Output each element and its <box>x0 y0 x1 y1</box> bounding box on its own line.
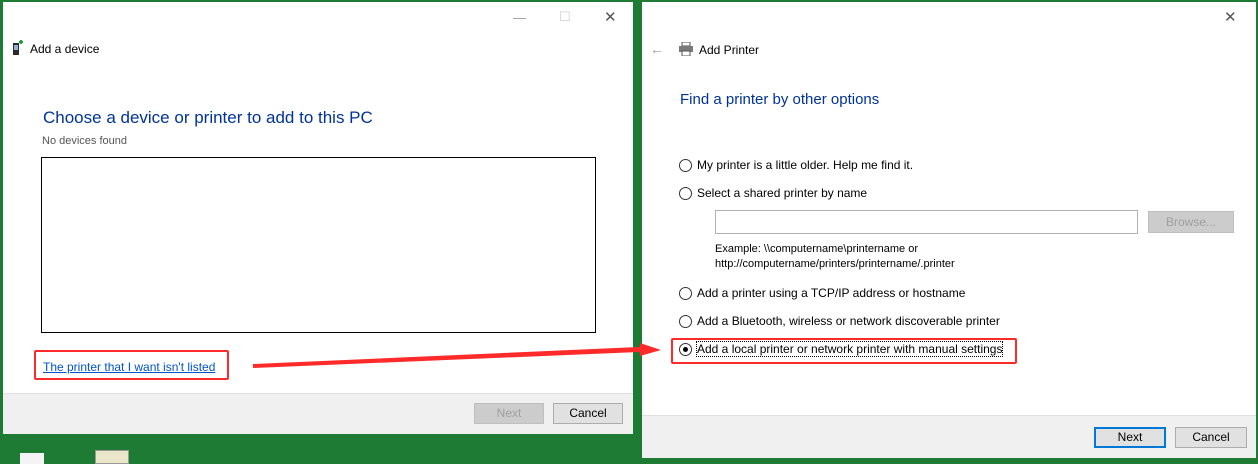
add-device-icon <box>12 40 24 59</box>
annotation-highlight-link <box>34 350 229 380</box>
example-text-line2: http://computername/printers/printername… <box>715 258 955 270</box>
annotation-highlight-option <box>671 338 1017 364</box>
cancel-button[interactable]: Cancel <box>553 403 623 424</box>
radio-button[interactable] <box>679 158 692 172</box>
browse-button[interactable]: Browse... <box>1148 211 1234 233</box>
next-button[interactable]: Next <box>474 403 544 424</box>
dialog-footer: Next Cancel <box>642 415 1256 458</box>
option-label: Add a Bluetooth, wireless or network dis… <box>697 314 1000 328</box>
close-icon[interactable]: ✕ <box>604 8 617 26</box>
add-printer-window: ✕ ← Add Printer Find a printer by other … <box>642 2 1256 458</box>
page-heading: Choose a device or printer to add to thi… <box>43 108 373 127</box>
device-list[interactable] <box>41 157 596 333</box>
desktop-file-icon[interactable] <box>20 453 44 464</box>
page-heading: Find a printer by other options <box>680 91 880 108</box>
maximize-icon[interactable]: ☐ <box>559 9 571 25</box>
radio-button[interactable] <box>679 314 692 328</box>
next-button[interactable]: Next <box>1094 427 1166 448</box>
example-text-line1: Example: \\computername\printername or <box>715 243 918 255</box>
shared-printer-input[interactable] <box>715 210 1138 234</box>
window-title: Add a device <box>30 42 100 56</box>
window-title: Add Printer <box>699 43 760 57</box>
status-text: No devices found <box>42 135 127 147</box>
option-label: Select a shared printer by name <box>697 186 868 200</box>
option-shared-printer[interactable]: Select a shared printer by name <box>679 186 867 200</box>
dialog-footer: Next Cancel <box>3 393 633 434</box>
back-arrow-icon[interactable]: ← <box>650 41 664 57</box>
option-label: Add a printer using a TCP/IP address or … <box>697 286 966 300</box>
desktop-document-icon[interactable] <box>95 450 129 464</box>
printer-icon <box>678 41 694 59</box>
radio-button[interactable] <box>679 286 692 300</box>
cancel-button[interactable]: Cancel <box>1175 427 1247 448</box>
minimize-icon[interactable]: — <box>513 10 526 25</box>
radio-button[interactable] <box>679 186 692 200</box>
option-older-printer[interactable]: My printer is a little older. Help me fi… <box>679 158 913 172</box>
close-icon[interactable]: ✕ <box>1224 8 1237 26</box>
option-label: My printer is a little older. Help me fi… <box>697 158 914 172</box>
option-bluetooth-wireless[interactable]: Add a Bluetooth, wireless or network dis… <box>679 314 1000 328</box>
option-tcpip[interactable]: Add a printer using a TCP/IP address or … <box>679 286 965 300</box>
